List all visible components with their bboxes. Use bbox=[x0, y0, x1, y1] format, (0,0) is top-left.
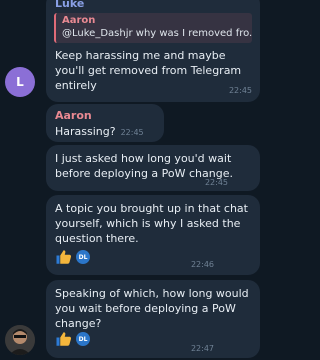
reactions-row[interactable]: DL bbox=[55, 330, 90, 348]
reply-sender-name: Aaron bbox=[62, 15, 96, 26]
sender-name: Luke bbox=[55, 0, 85, 10]
message-time: 22:45 bbox=[228, 86, 252, 95]
avatar-luke[interactable]: L bbox=[5, 67, 35, 97]
reactor-badge: DL bbox=[76, 332, 90, 346]
message-time: 22:45 bbox=[204, 178, 228, 187]
message-text: I just asked how long you'd wait before … bbox=[55, 152, 233, 180]
sender-name: Aaron bbox=[55, 109, 92, 122]
message-bubble-luke[interactable]: Luke Aaron @Luke_Dashjr why was I remove… bbox=[46, 0, 260, 102]
chat-view: Luke Aaron @Luke_Dashjr why was I remove… bbox=[0, 0, 289, 360]
message-text-content: Harassing? bbox=[55, 125, 116, 138]
avatar-letter: L bbox=[16, 75, 24, 89]
message-text: Keep harassing me and maybe you'll get r… bbox=[55, 49, 242, 92]
message-text: A topic you brought up in that chat your… bbox=[55, 202, 248, 245]
reply-preview[interactable]: Aaron @Luke_Dashjr why was I removed fro… bbox=[54, 13, 252, 43]
avatar-aaron[interactable] bbox=[5, 325, 35, 355]
reactor-badge: DL bbox=[76, 250, 90, 264]
thumbs-up-icon[interactable] bbox=[55, 248, 73, 266]
message-bubble[interactable]: Speaking of which, how long would you wa… bbox=[46, 280, 260, 358]
message-bubble[interactable]: I just asked how long you'd wait before … bbox=[46, 145, 260, 191]
message-bubble-aaron[interactable]: Aaron Harassing? 22:45 bbox=[46, 104, 164, 142]
message-time: 22:47 bbox=[190, 344, 214, 353]
thumbs-up-icon[interactable] bbox=[55, 330, 73, 348]
message-text: Speaking of which, how long would you wa… bbox=[55, 287, 249, 330]
message-time: 22:45 bbox=[120, 128, 144, 137]
message-time: 22:46 bbox=[190, 260, 214, 269]
reactions-row[interactable]: DL bbox=[55, 248, 90, 266]
avatar-photo bbox=[5, 325, 35, 355]
message-text: Harassing? 22:45 bbox=[55, 124, 144, 140]
reply-snippet: @Luke_Dashjr why was I removed fro... bbox=[62, 28, 252, 39]
message-bubble[interactable]: A topic you brought up in that chat your… bbox=[46, 195, 260, 275]
